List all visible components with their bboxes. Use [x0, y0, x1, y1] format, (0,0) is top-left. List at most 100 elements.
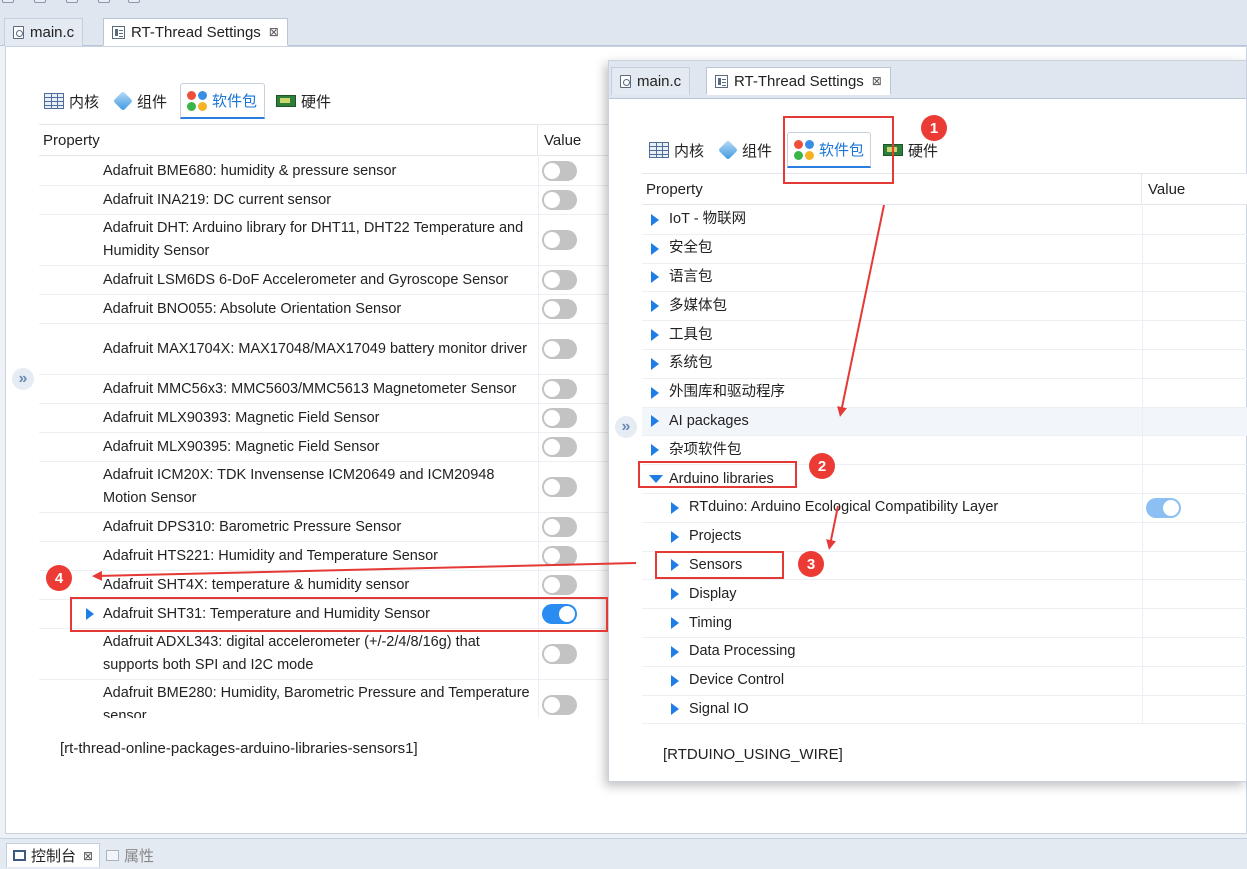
sensor-label: Adafruit INA219: DC current sensor — [103, 191, 332, 208]
expand-arrow-icon[interactable] — [671, 530, 679, 543]
expand-arrow-icon[interactable] — [671, 588, 679, 601]
tree-row[interactable]: 工具包 — [642, 321, 1247, 350]
tree-row[interactable]: Signal IO — [642, 695, 1247, 725]
tab-packages[interactable]: 软件包 — [180, 83, 265, 119]
tree-row[interactable]: Display — [642, 580, 1247, 610]
expand-arrow-icon[interactable] — [671, 703, 679, 716]
fg-tab-kernel[interactable]: 内核 — [643, 132, 710, 168]
sensor-row[interactable]: Adafruit MLX90395: Magnetic Field Sensor — [39, 433, 608, 462]
fg-expand-sidebar-icon[interactable]: » — [615, 416, 637, 438]
tree-row[interactable]: RTduino: Arduino Ecological Compatibilit… — [642, 493, 1247, 523]
tree-row[interactable]: 安全包 — [642, 234, 1247, 264]
settings-file-icon — [715, 74, 728, 88]
sensor-row[interactable]: Adafruit BME680: humidity & pressure sen… — [39, 157, 608, 186]
value-cell — [1142, 666, 1247, 695]
tree-row[interactable]: Projects — [642, 522, 1247, 552]
tree-label: Display — [689, 585, 737, 602]
sensor-row[interactable]: Adafruit MMC56x3: MMC5603/MMC5613 Magnet… — [39, 375, 608, 404]
sensor-row[interactable]: Adafruit DPS310: Barometric Pressure Sen… — [39, 513, 608, 542]
value-cell — [538, 513, 608, 541]
tree-row[interactable]: 语言包 — [642, 263, 1247, 293]
sensor-row[interactable]: Adafruit MLX90393: Magnetic Field Sensor — [39, 404, 608, 433]
fg-tab-rt-thread-settings[interactable]: RT-Thread Settings ⊠ — [706, 67, 891, 95]
expand-arrow-icon[interactable] — [651, 213, 659, 226]
tab-properties[interactable]: 属性 — [100, 843, 160, 867]
expand-arrow-icon[interactable] — [671, 617, 679, 630]
kernel-icon — [44, 93, 64, 109]
value-column-header[interactable]: Value — [1142, 181, 1185, 198]
annotation-box-packages-tab — [783, 116, 894, 184]
tab-console[interactable]: 控制台 ⊠ — [6, 843, 101, 867]
fg-tab-components[interactable]: 组件 — [713, 132, 778, 168]
enable-toggle[interactable] — [542, 299, 577, 319]
sensor-label: Adafruit MMC56x3: MMC5603/MMC5613 Magnet… — [103, 380, 517, 397]
tree-row[interactable]: IoT - 物联网 — [642, 206, 1247, 235]
expand-arrow-icon[interactable] — [651, 242, 659, 255]
enable-toggle[interactable] — [542, 517, 577, 537]
fg-table-header: Property Value — [642, 173, 1247, 205]
enable-toggle[interactable] — [542, 379, 577, 399]
tab-main-c[interactable]: main.c — [4, 18, 84, 46]
expand-arrow-icon[interactable] — [651, 415, 659, 428]
tree-row[interactable]: Timing — [642, 609, 1247, 638]
tree-row[interactable]: Data Processing — [642, 637, 1247, 667]
sensor-row[interactable]: Adafruit BME280: Humidity, Barometric Pr… — [39, 680, 608, 718]
enable-toggle[interactable] — [542, 408, 577, 428]
expand-arrow-icon[interactable] — [671, 501, 679, 514]
expand-arrow-icon[interactable] — [651, 357, 659, 370]
expand-arrow-icon[interactable] — [671, 674, 679, 687]
property-column-header[interactable]: Property — [39, 125, 538, 155]
annotation-box-sensors — [655, 551, 784, 579]
sensor-row[interactable]: Adafruit LSM6DS 6-DoF Accelerometer and … — [39, 266, 608, 295]
sensor-row[interactable]: Adafruit ICM20X: TDK Invensense ICM20649… — [39, 462, 608, 513]
expand-arrow-icon[interactable] — [651, 300, 659, 313]
enable-toggle[interactable] — [542, 270, 577, 290]
enable-toggle[interactable] — [542, 546, 577, 566]
tree-row[interactable]: 多媒体包 — [642, 292, 1247, 322]
tree-row[interactable]: 外围库和驱动程序 — [642, 378, 1247, 408]
expand-arrow-icon[interactable] — [651, 271, 659, 284]
value-cell — [538, 542, 608, 570]
tab-rt-thread-settings[interactable]: RT-Thread Settings ⊠ — [103, 18, 288, 46]
enable-toggle[interactable] — [542, 644, 577, 664]
sensor-row[interactable]: Adafruit INA219: DC current sensor — [39, 186, 608, 215]
expand-arrow-icon[interactable] — [671, 645, 679, 658]
enable-toggle[interactable] — [542, 437, 577, 457]
enable-toggle[interactable] — [542, 161, 577, 181]
sensor-row[interactable]: Adafruit MAX1704X: MAX17048/MAX17049 bat… — [39, 324, 608, 375]
tab-components[interactable]: 组件 — [108, 83, 173, 119]
sensor-row[interactable]: Adafruit HTS221: Humidity and Temperatur… — [39, 542, 608, 571]
expand-arrow-icon[interactable] — [651, 329, 659, 342]
enable-toggle[interactable] — [542, 230, 577, 250]
tab-kernel[interactable]: 内核 — [38, 83, 105, 119]
sensor-row[interactable]: Adafruit SHT4X: temperature & humidity s… — [39, 571, 608, 600]
close-tab-icon[interactable]: ⊠ — [872, 74, 882, 88]
fg-tab-main-c[interactable]: main.c — [611, 67, 691, 95]
close-tab-icon[interactable]: ⊠ — [269, 25, 279, 39]
tree-row[interactable]: AI packages — [642, 407, 1247, 437]
expand-arrow-icon[interactable] — [651, 386, 659, 399]
sensor-row[interactable]: Adafruit BNO055: Absolute Orientation Se… — [39, 295, 608, 324]
sensor-row[interactable]: Adafruit ADXL343: digital accelerometer … — [39, 629, 608, 680]
annotation-badge-4: 4 — [46, 565, 72, 591]
expand-sidebar-icon[interactable]: » — [12, 368, 34, 390]
tree-label: 多媒体包 — [669, 297, 727, 314]
enable-toggle[interactable] — [542, 190, 577, 210]
sensor-row[interactable]: Adafruit DHT: Arduino library for DHT11,… — [39, 215, 608, 266]
enable-toggle[interactable] — [542, 339, 577, 359]
tree-row[interactable]: Device Control — [642, 666, 1247, 696]
enable-toggle[interactable] — [542, 575, 577, 595]
close-console-icon[interactable]: ⊠ — [83, 849, 93, 863]
enable-toggle[interactable] — [1146, 497, 1181, 518]
tree-label: 安全包 — [669, 240, 713, 257]
packages-icon — [187, 90, 207, 111]
tab-hardware[interactable]: 硬件 — [270, 83, 337, 119]
expand-arrow-icon[interactable] — [651, 444, 659, 457]
tree-label: 杂项软件包 — [669, 441, 742, 458]
sensor-label: Adafruit DPS310: Barometric Pressure Sen… — [103, 518, 402, 535]
value-column-header[interactable]: Value — [538, 132, 581, 149]
tree-row[interactable]: 系统包 — [642, 349, 1247, 379]
enable-toggle[interactable] — [542, 695, 577, 715]
enable-toggle[interactable] — [542, 477, 577, 497]
sensor-label: Adafruit HTS221: Humidity and Temperatur… — [103, 547, 439, 564]
